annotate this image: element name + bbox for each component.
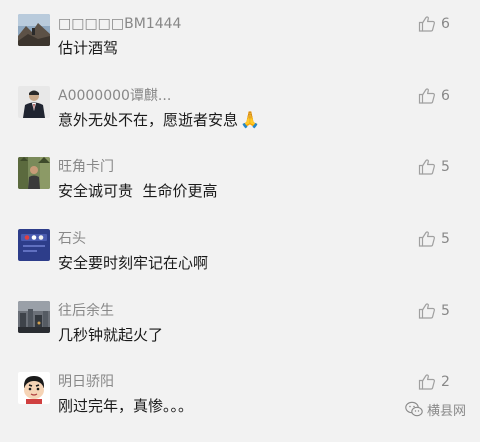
like-button[interactable]: 6 (418, 14, 450, 34)
comment-text: 安全要时刻牢记在心啊 (58, 254, 209, 272)
comment-item: 石头 安全要时刻牢记在心啊 5 (0, 229, 480, 299)
comment-text-body: 意外无处不在，愿逝者安息 (58, 111, 239, 129)
comment-username[interactable]: □□□□□BM1444 (58, 15, 181, 33)
comment-text: 安全诚可贵 生命价更高 (58, 182, 218, 200)
comment-username[interactable]: 旺角卡门 (58, 158, 114, 176)
comment-username[interactable]: A0000000谭麒... (58, 87, 171, 105)
comment-text: 几秒钟就起火了 (58, 326, 164, 344)
like-count: 6 (441, 16, 450, 32)
cartoon-character-avatar[interactable] (18, 372, 50, 404)
thumbs-up-icon (418, 159, 435, 175)
comment-item: 往后余生 几秒钟就起火了 5 (0, 301, 480, 371)
person-in-suit-avatar[interactable] (18, 86, 50, 118)
comment-item: A0000000谭麒... 意外无处不在，愿逝者安息 🙏 6 (0, 86, 480, 156)
comment-username[interactable]: 石头 (58, 230, 86, 248)
cityscape-avatar[interactable] (18, 301, 50, 333)
thumbs-up-icon (418, 303, 435, 319)
thumbs-up-icon (418, 16, 435, 32)
like-count: 6 (441, 88, 450, 104)
comment-item: 旺角卡门 安全诚可贵 生命价更高 5 (0, 157, 480, 227)
like-button[interactable]: 6 (418, 86, 450, 106)
like-count: 5 (441, 303, 450, 319)
blue-app-avatar[interactable] (18, 229, 50, 261)
person-in-trees-avatar[interactable] (18, 157, 50, 189)
thumbs-up-icon (418, 88, 435, 104)
like-button[interactable]: 5 (418, 229, 450, 249)
mountain-landscape-avatar[interactable] (18, 14, 50, 46)
like-button[interactable]: 2 (418, 372, 450, 392)
watermark-label: 横县网 (427, 403, 467, 419)
wechat-icon (405, 401, 423, 417)
like-count: 5 (441, 159, 450, 175)
comment-text: 估计酒驾 (58, 39, 119, 57)
folded-hands-emoji: 🙏 (240, 110, 260, 129)
comment-text: 刚过完年，真惨。。。 (58, 397, 194, 415)
watermark: 横县网 (405, 398, 466, 420)
comment-username[interactable]: 明日骄阳 (58, 373, 114, 391)
comment-item: □□□□□BM1444 估计酒驾 6 (0, 14, 480, 84)
like-button[interactable]: 5 (418, 157, 450, 177)
thumbs-up-icon (418, 231, 435, 247)
like-button[interactable]: 5 (418, 301, 450, 321)
comment-text: 意外无处不在，愿逝者安息 🙏 (58, 110, 260, 130)
thumbs-up-icon (418, 374, 435, 390)
like-count: 5 (441, 231, 450, 247)
like-count: 2 (441, 374, 450, 390)
comment-username[interactable]: 往后余生 (58, 302, 114, 320)
